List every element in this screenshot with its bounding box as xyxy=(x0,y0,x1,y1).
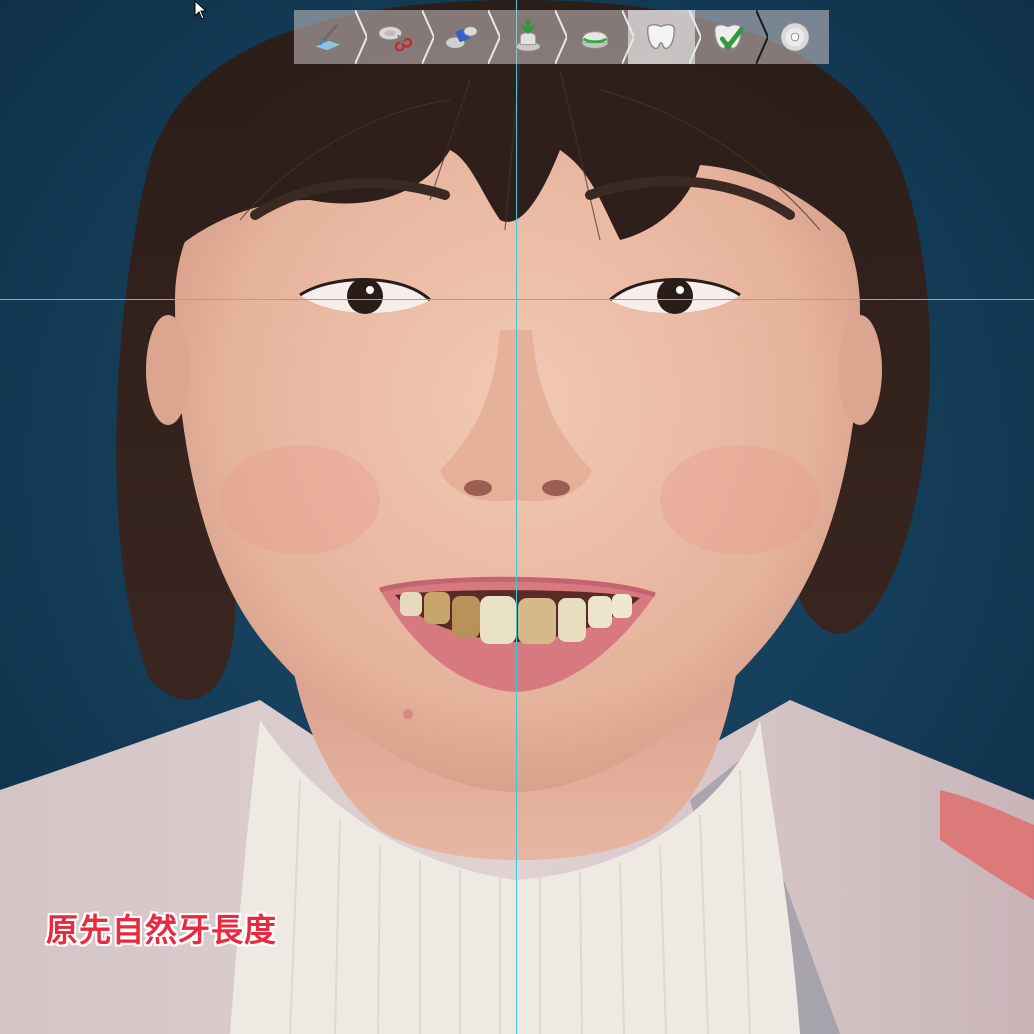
caption-label: 原先自然牙長度 xyxy=(46,911,278,949)
margin-tool-icon xyxy=(580,31,609,49)
step-margin[interactable] xyxy=(561,10,634,64)
step-import[interactable] xyxy=(494,10,568,64)
horizontal-guide-line xyxy=(0,299,1034,300)
tooth-approve-icon xyxy=(714,23,744,50)
mouse-cursor-icon xyxy=(194,0,208,20)
vertical-midline-guide xyxy=(516,0,517,1034)
step-tooth-design[interactable] xyxy=(627,10,701,64)
workflow-toolbar xyxy=(294,10,829,64)
align-tool-icon xyxy=(445,26,478,49)
export-disc-icon xyxy=(780,22,810,52)
step-align[interactable] xyxy=(428,10,501,64)
scan-tool-icon xyxy=(315,24,341,51)
step-cut[interactable] xyxy=(361,10,434,64)
step-tooth-approve[interactable] xyxy=(695,10,768,64)
step-export[interactable] xyxy=(762,10,829,64)
portrait-photo xyxy=(0,0,1034,1034)
import-tool-icon xyxy=(514,18,541,52)
step-scan[interactable] xyxy=(294,10,367,64)
cut-tool-icon xyxy=(378,26,413,52)
tooth-design-icon xyxy=(647,23,676,50)
